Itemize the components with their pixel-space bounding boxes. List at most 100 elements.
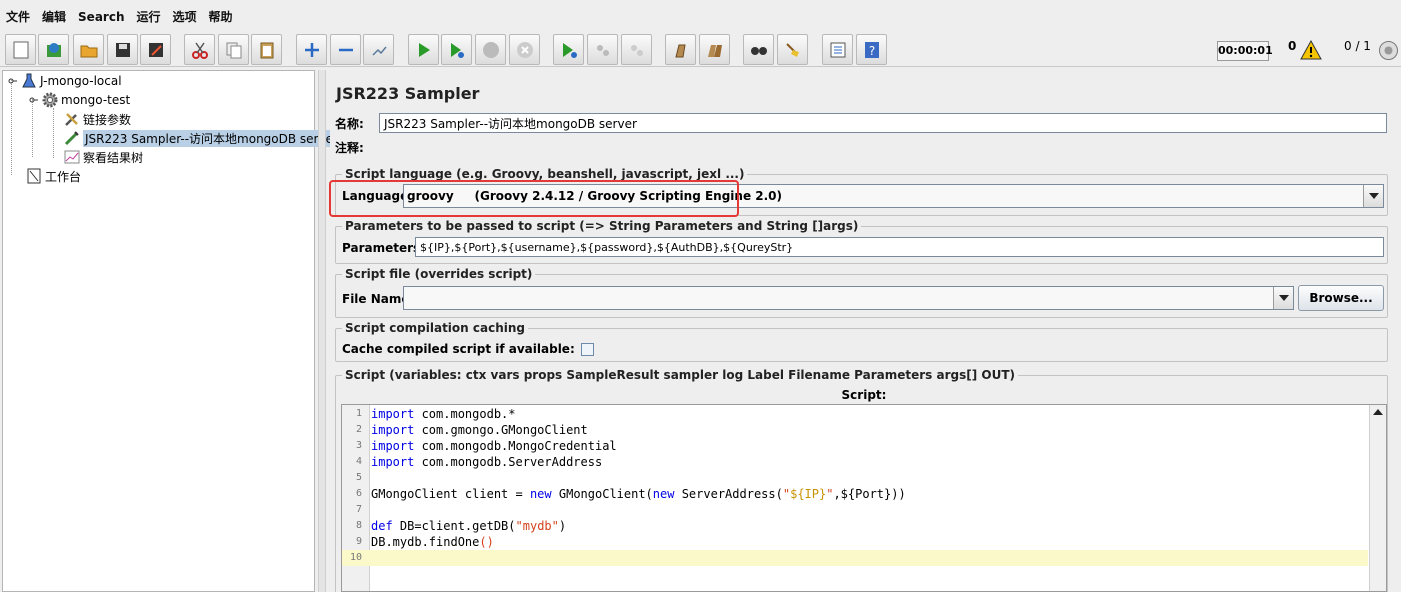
tree-item-test-plan[interactable]: J-mongo-local — [7, 72, 122, 90]
clear-all-button[interactable] — [699, 34, 730, 65]
menu-search[interactable]: Search — [78, 10, 124, 24]
function-helper-icon — [830, 42, 845, 57]
tree-item-listener[interactable]: 察看结果树 — [63, 148, 143, 166]
parameters-field[interactable]: ${IP},${Port},${username},${password},${… — [415, 237, 1384, 257]
gear-icon — [41, 92, 58, 109]
test-plan-icon — [20, 73, 37, 90]
cache-group: Script compilation caching Cache compile… — [335, 321, 1388, 362]
code-line: 1 import com.mongodb.* — [355, 407, 516, 421]
start-no-pause-button[interactable] — [441, 34, 472, 65]
open-button[interactable] — [73, 34, 104, 65]
save-button[interactable] — [107, 34, 138, 65]
paste-button[interactable] — [251, 34, 282, 65]
thread-count: 0 / 1 — [1344, 39, 1371, 53]
name-field[interactable]: JSR223 Sampler--访问本地mongoDB server — [379, 113, 1387, 133]
menu-file[interactable]: 文件 — [6, 8, 30, 25]
templates-icon — [46, 42, 61, 57]
shutdown-icon — [516, 41, 533, 58]
remote-stop-button[interactable] — [587, 34, 618, 65]
code-line: 7 — [355, 504, 362, 515]
editor-scrollbar[interactable] — [1369, 405, 1386, 591]
annotation-highlight — [329, 180, 739, 217]
code-line: 2 import com.gmongo.GMongoClient — [355, 423, 588, 437]
help-button[interactable]: ? — [856, 34, 887, 65]
code-line: 8 def DB=client.getDB("mydb") — [355, 519, 567, 533]
tree-item-workbench[interactable]: 工作台 — [25, 167, 81, 185]
clear-button[interactable] — [665, 34, 696, 65]
start-button[interactable] — [408, 34, 439, 65]
script-title: Script (variables: ctx vars props Sample… — [342, 368, 1018, 382]
help-icon: ? — [864, 41, 879, 58]
cache-title: Script compilation caching — [342, 321, 528, 335]
remote-shutdown-button[interactable] — [621, 34, 652, 65]
toolbar: ? 00:00:01 0 0 / 1 — [0, 33, 1401, 67]
remote-status-icon — [1379, 41, 1398, 60]
tree-item-sampler[interactable]: JSR223 Sampler--访问本地mongoDB server — [63, 129, 340, 147]
menu-options[interactable]: 选项 — [173, 8, 197, 25]
menu-bar: 文件 编辑 Search 运行 选项 帮助 — [0, 0, 1401, 33]
save-as-button[interactable] — [140, 34, 171, 65]
toggle-icon — [371, 46, 387, 56]
templates-button[interactable] — [38, 34, 69, 65]
parameters-group: Parameters to be passed to script (=> St… — [335, 219, 1388, 264]
expander-icon[interactable] — [7, 73, 17, 90]
scroll-up-icon[interactable] — [1373, 409, 1383, 415]
script-editor[interactable]: 1 import com.mongodb.* 2 import com.gmongo… — [341, 404, 1387, 592]
tree-item-config[interactable]: 链接参数 — [63, 110, 131, 128]
workbench-icon — [25, 168, 42, 185]
browse-button[interactable]: Browse... — [1298, 285, 1384, 311]
copy-icon — [226, 42, 241, 58]
cache-checkbox[interactable] — [580, 342, 594, 356]
code-line: 5 — [355, 472, 362, 483]
warning-icon[interactable] — [1300, 40, 1322, 60]
script-file-group: Script file (overrides script) File Name… — [335, 267, 1388, 318]
script-language-title: Script language (e.g. Groovy, beanshell,… — [342, 167, 748, 181]
menu-help[interactable]: 帮助 — [209, 8, 233, 25]
name-row: 名称: JSR223 Sampler--访问本地mongoDB server — [335, 112, 1390, 134]
code-line: 4 import com.mongodb.ServerAddress — [355, 455, 603, 469]
toggle-button[interactable] — [363, 34, 394, 65]
copy-button[interactable] — [218, 34, 249, 65]
save-as-icon — [148, 42, 163, 57]
split-pane-divider[interactable] — [318, 70, 326, 592]
start-icon — [418, 42, 430, 57]
menu-run[interactable]: 运行 — [136, 8, 160, 25]
stop-button[interactable] — [475, 34, 506, 65]
clear-all-icon — [707, 44, 722, 57]
elapsed-timer: 00:00:01 — [1217, 41, 1273, 61]
chevron-down-icon[interactable] — [1273, 287, 1293, 309]
pipette-icon — [63, 130, 80, 147]
function-helper-button[interactable] — [822, 34, 853, 65]
stop-icon — [482, 41, 499, 58]
search-button[interactable] — [743, 34, 774, 65]
code-line-current: 10 — [342, 550, 1368, 566]
start-no-pause-icon — [450, 42, 464, 58]
chevron-down-icon[interactable] — [1363, 185, 1383, 207]
expand-icon — [304, 42, 319, 57]
new-icon — [13, 41, 28, 58]
file-name-input[interactable] — [403, 286, 1294, 310]
expander-icon[interactable] — [28, 92, 38, 109]
reset-search-button[interactable] — [777, 34, 808, 65]
cut-button[interactable] — [184, 34, 215, 65]
open-icon — [80, 45, 97, 57]
cache-label: Cache compiled script if available: — [342, 342, 575, 356]
collapse-button[interactable] — [330, 34, 361, 65]
page-title: JSR223 Sampler — [336, 84, 480, 103]
code-line: 3 import com.mongodb.MongoCredential — [355, 439, 617, 453]
code-line: 6 GMongoClient client = new GMongoClient(… — [355, 487, 906, 501]
comment-label: 注释: — [335, 140, 364, 155]
shutdown-button[interactable] — [509, 34, 540, 65]
new-button[interactable] — [5, 34, 36, 65]
remote-start-icon — [562, 42, 577, 58]
parameters-label: Parameters: — [342, 241, 425, 255]
expand-button[interactable] — [296, 34, 327, 65]
tree-item-thread-group[interactable]: mongo-test — [28, 91, 130, 109]
sampler-panel: JSR223 Sampler 名称: JSR223 Sampler--访问本地m… — [329, 70, 1401, 592]
search-icon — [750, 46, 767, 55]
comment-field[interactable] — [379, 137, 1387, 157]
remote-start-button[interactable] — [553, 34, 584, 65]
remote-stop-icon — [596, 44, 609, 56]
menu-edit[interactable]: 编辑 — [42, 8, 66, 25]
warning-count: 0 — [1288, 39, 1297, 53]
